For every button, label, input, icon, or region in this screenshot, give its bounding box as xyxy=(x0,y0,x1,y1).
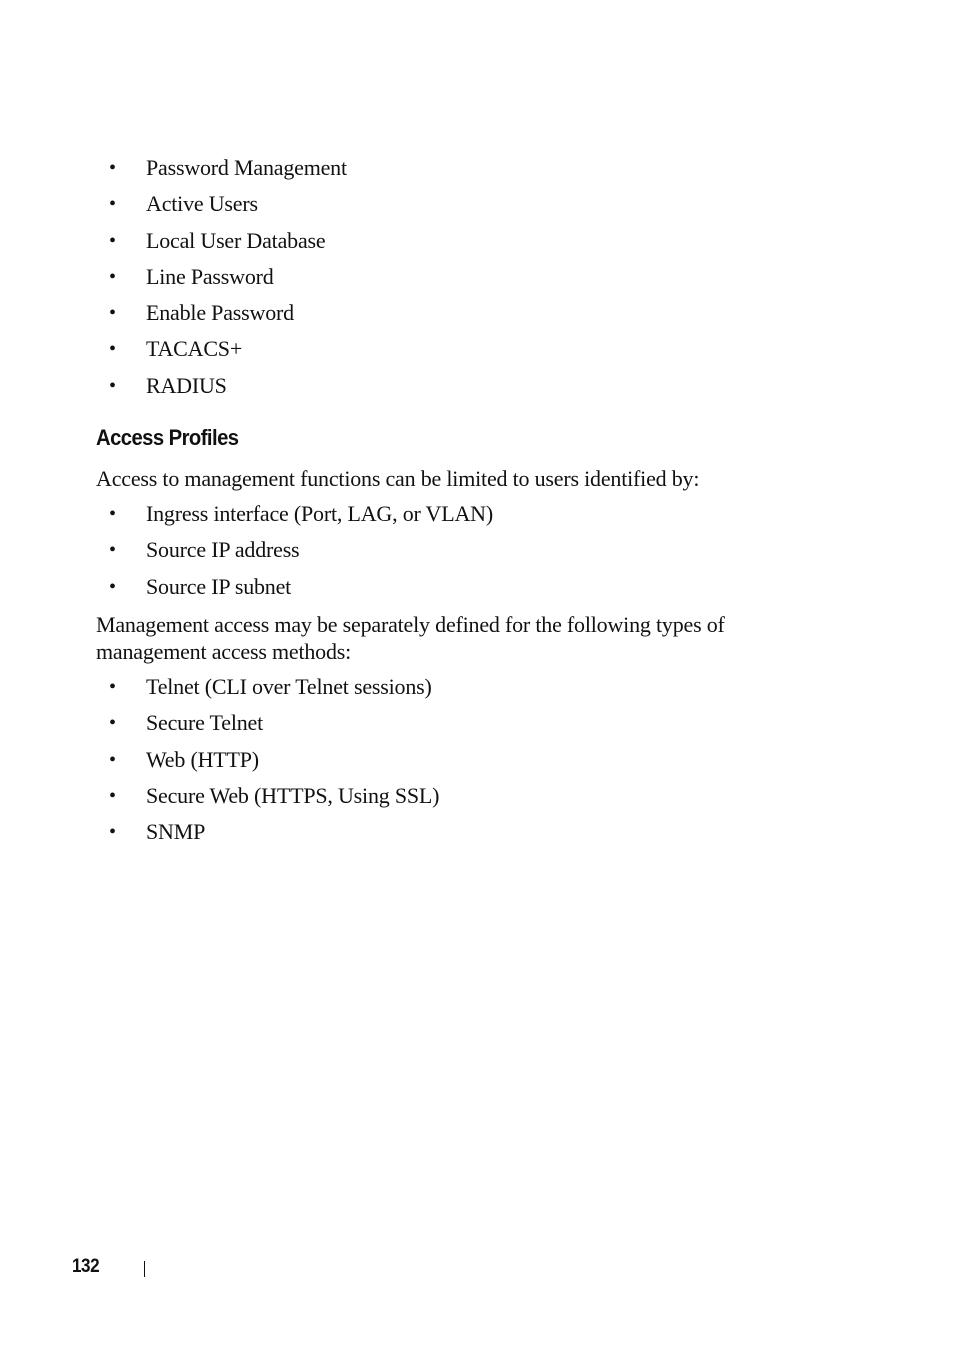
page-number: 132 xyxy=(72,1256,100,1277)
bullet-icon: • xyxy=(109,503,116,525)
methods-list: • Telnet (CLI over Telnet sessions) • Secu… xyxy=(96,669,439,850)
list-item: • RADIUS xyxy=(96,368,347,404)
list-item: • Telnet (CLI over Telnet sessions) xyxy=(96,669,439,705)
list-item-text: Enable Password xyxy=(146,300,294,326)
list-item: • Source IP address xyxy=(96,532,493,568)
list-item-text: SNMP xyxy=(146,819,206,845)
bullet-icon: • xyxy=(109,712,116,735)
list-item: • SNMP xyxy=(96,814,439,850)
methods-intro-paragraph: Management access may be separately defi… xyxy=(96,612,725,664)
list-item-text: TACACS+ xyxy=(146,336,243,362)
list-item-text: Local User Database xyxy=(146,227,326,253)
bullet-icon: • xyxy=(109,374,116,397)
bullet-icon: • xyxy=(109,193,116,216)
list-item: • Active Users xyxy=(96,186,347,222)
bullet-icon: • xyxy=(109,229,116,252)
bullet-icon: • xyxy=(109,302,116,325)
list-item: • Secure Telnet xyxy=(96,705,439,741)
footer-divider xyxy=(144,1261,145,1277)
list-item-text: Ingress interface (Port, LAG, or VLAN) xyxy=(146,501,493,526)
list-item-text: Web (HTTP) xyxy=(146,746,259,772)
list-item-text: Password Management xyxy=(146,155,347,180)
list-item: • Local User Database xyxy=(96,223,347,259)
bullet-icon: • xyxy=(109,157,116,179)
list-item: • Line Password xyxy=(96,259,347,295)
bullet-icon: • xyxy=(109,748,116,771)
list-item: • Enable Password xyxy=(96,295,347,331)
list-item: • TACACS+ xyxy=(96,331,347,367)
bullet-icon: • xyxy=(109,265,116,288)
section-heading: Access Profiles xyxy=(96,425,239,450)
identifier-list: • Ingress interface (Port, LAG, or VLAN) … xyxy=(96,496,493,605)
bullet-icon: • xyxy=(109,784,116,807)
bullet-icon: • xyxy=(109,575,116,598)
section-intro-paragraph: Access to management functions can be li… xyxy=(96,466,700,491)
list-item: • Password Management xyxy=(96,150,347,186)
bullet-icon: • xyxy=(109,338,116,361)
list-item-text: RADIUS xyxy=(146,372,227,398)
feature-list: • Password Management • Active Users • Loca… xyxy=(96,150,347,404)
bullet-icon: • xyxy=(109,821,116,844)
list-item: • Web (HTTP) xyxy=(96,742,439,778)
list-item-text: Source IP subnet xyxy=(146,573,292,599)
list-item-text: Line Password xyxy=(146,263,274,289)
list-item-text: Secure Web (HTTPS, Using SSL) xyxy=(146,782,440,808)
list-item-text: Telnet (CLI over Telnet sessions) xyxy=(146,674,432,699)
list-item-text: Secure Telnet xyxy=(146,710,264,736)
bullet-icon: • xyxy=(109,676,116,698)
list-item: • Ingress interface (Port, LAG, or VLAN) xyxy=(96,496,493,532)
list-item-text: Source IP address xyxy=(146,537,300,563)
list-item: • Secure Web (HTTPS, Using SSL) xyxy=(96,778,439,814)
list-item: • Source IP subnet xyxy=(96,569,493,605)
bullet-icon: • xyxy=(109,539,116,562)
list-item-text: Active Users xyxy=(146,191,258,217)
